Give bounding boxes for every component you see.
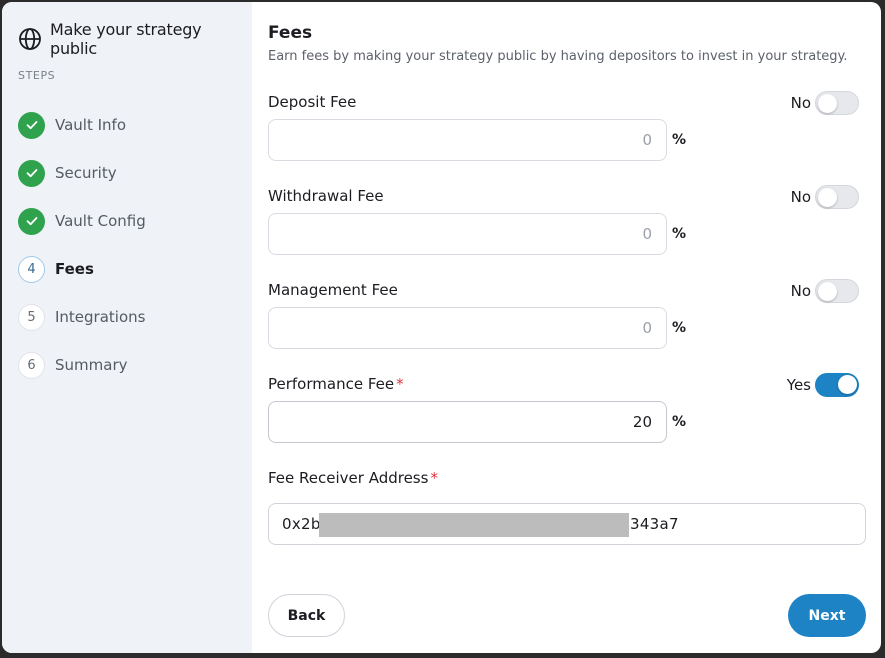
step-summary[interactable]: 6 Summary	[18, 351, 128, 379]
toggle-state-label: No	[790, 282, 811, 300]
page-subtitle: Earn fees by making your strategy public…	[268, 49, 848, 64]
step-fees[interactable]: 4 Fees	[18, 255, 94, 283]
performance-fee-toggle[interactable]	[815, 373, 859, 397]
strategy-modal: Make your strategy public STEPS Vault In…	[2, 2, 881, 653]
step-label: Fees	[55, 260, 94, 278]
check-icon	[18, 207, 45, 235]
deposit-fee-toggle[interactable]	[815, 91, 859, 115]
step-security[interactable]: Security	[18, 159, 117, 187]
back-button[interactable]: Back	[268, 594, 345, 637]
management-fee-toggle-group: No	[791, 279, 859, 303]
step-number: 4	[18, 255, 45, 283]
steps-label: STEPS	[18, 69, 56, 82]
required-mark: *	[430, 469, 438, 487]
address-start: 0x2b	[282, 515, 321, 533]
page-title: Fees	[268, 23, 313, 43]
globe-icon	[18, 27, 42, 51]
performance-fee-input[interactable]: 20	[268, 401, 667, 443]
withdrawal-fee-input[interactable]: 0	[268, 213, 667, 255]
field-label-text: Performance Fee	[268, 375, 395, 393]
withdrawal-fee-toggle-group: No	[791, 185, 859, 209]
percent-unit: %	[672, 320, 687, 336]
check-icon	[18, 159, 45, 187]
toggle-state-label: Yes	[786, 376, 811, 394]
fee-receiver-address-input[interactable]: 0x2b 343a7	[268, 503, 866, 545]
step-label: Integrations	[55, 308, 146, 326]
percent-unit: %	[672, 414, 687, 430]
withdrawal-fee-toggle[interactable]	[815, 185, 859, 209]
deposit-fee-input[interactable]: 0	[268, 119, 667, 161]
percent-unit: %	[672, 132, 687, 148]
step-number: 6	[18, 351, 45, 379]
check-icon	[18, 111, 45, 139]
management-fee-input[interactable]: 0	[268, 307, 667, 349]
next-button[interactable]: Next	[788, 594, 866, 637]
management-fee-toggle[interactable]	[815, 279, 859, 303]
step-vault-info[interactable]: Vault Info	[18, 111, 126, 139]
toggle-state-label: No	[790, 188, 811, 206]
required-mark: *	[396, 375, 404, 393]
address-end: 343a7	[630, 515, 679, 533]
redaction-block	[319, 513, 629, 537]
steps-sidebar: Make your strategy public STEPS Vault In…	[2, 2, 252, 653]
step-vault-config[interactable]: Vault Config	[18, 207, 146, 235]
deposit-fee-label: Deposit Fee	[268, 93, 357, 111]
step-label: Vault Config	[55, 212, 146, 230]
sidebar-header: Make your strategy public	[18, 20, 252, 58]
step-number: 5	[18, 303, 45, 331]
fee-receiver-label: Fee Receiver Address *	[268, 469, 438, 487]
step-label: Summary	[55, 356, 128, 374]
step-label: Vault Info	[55, 116, 127, 134]
toggle-state-label: No	[790, 94, 811, 112]
field-label-text: Fee Receiver Address	[268, 469, 429, 487]
management-fee-label: Management Fee	[268, 281, 398, 299]
withdrawal-fee-label: Withdrawal Fee	[268, 187, 384, 205]
percent-unit: %	[672, 226, 687, 242]
step-integrations[interactable]: 5 Integrations	[18, 303, 145, 331]
step-label: Security	[55, 164, 117, 182]
performance-fee-label: Performance Fee *	[268, 375, 404, 393]
fees-form: Fees Earn fees by making your strategy p…	[252, 2, 881, 653]
deposit-fee-toggle-group: No	[791, 91, 859, 115]
performance-fee-toggle-group: Yes	[787, 373, 859, 397]
sidebar-title: Make your strategy public	[50, 20, 202, 58]
